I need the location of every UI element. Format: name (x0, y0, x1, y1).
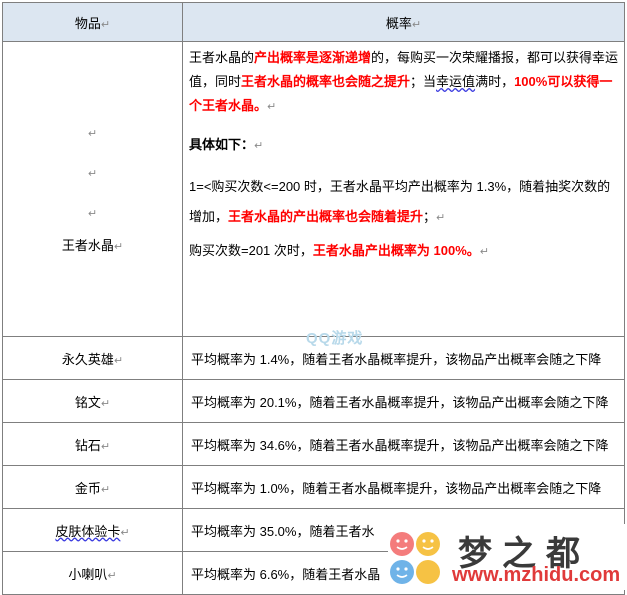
item-name: 王者水晶 (61, 237, 114, 253)
table-row: 钻石↵ 平均概率为 34.6%，随着王者水晶概率提升，该物品产出概率会随之下降 (2, 422, 625, 466)
qq-game-watermark: QQ游戏 (306, 330, 364, 347)
item-cell: 小喇叭↵ (2, 551, 183, 595)
probability-table: 物品↵ 概率↵ ↵ ↵ ↵ 王者水晶↵ 王者水晶的产出概率是逐渐递增的，每购买一… (2, 2, 625, 595)
item-cell: 永久英雄↵ (2, 336, 183, 380)
header-item: 物品↵ (2, 2, 183, 42)
table-row: 金币↵ 平均概率为 1.0%，随着王者水晶概率提升，该物品产出概率会随之下降 (2, 465, 625, 509)
header-probability: 概率↵ (182, 2, 625, 42)
item-cell: 金币↵ (2, 465, 183, 509)
header-row: 物品↵ 概率↵ (2, 2, 625, 42)
table-row-crystal: ↵ ↵ ↵ 王者水晶↵ 王者水晶的产出概率是逐渐递增的，每购买一次荣耀播报，都可… (2, 41, 625, 337)
desc-cell: 平均概率为 1.4%，随着王者水晶概率提升，该物品产出概率会随之下降 (182, 336, 625, 380)
smiley-faces-icon (390, 532, 440, 584)
crystal-para-2: 具体如下：↵ (189, 137, 264, 152)
brand-url: www.mzhidu.com (452, 564, 621, 586)
mzhidu-logo: 梦之都 www.mzhidu.com (388, 524, 627, 590)
item-cell-crystal: ↵ ↵ ↵ 王者水晶↵ (2, 41, 183, 337)
desc-cell: 平均概率为 34.6%，随着王者水晶概率提升，该物品产出概率会随之下降 (182, 422, 625, 466)
crystal-para-3: 1=<购买次数<=200 时，王者水晶平均产出概率为 1.3%，随着抽奖次数的增… (189, 179, 611, 224)
crystal-para-1: 王者水晶的产出概率是逐渐递增的，每购买一次荣耀播报，都可以获得幸运值，同时王者水… (189, 50, 619, 113)
desc-cell: 平均概率为 1.0%，随着王者水晶概率提升，该物品产出概率会随之下降 (182, 465, 625, 509)
crystal-para-4: 购买次数=201 次时，王者水晶产出概率为 100%。↵ (189, 243, 489, 258)
item-cell: 钻石↵ (2, 422, 183, 466)
desc-cell: 平均概率为 20.1%，随着王者水晶概率提升，该物品产出概率会随之下降 (182, 379, 625, 423)
item-cell: 皮肤体验卡↵ (2, 508, 183, 552)
table-row: 铭文↵ 平均概率为 20.1%，随着王者水晶概率提升，该物品产出概率会随之下降 (2, 379, 625, 423)
item-cell: 铭文↵ (2, 379, 183, 423)
desc-cell-crystal: 王者水晶的产出概率是逐渐递增的，每购买一次荣耀播报，都可以获得幸运值，同时王者水… (182, 41, 625, 337)
